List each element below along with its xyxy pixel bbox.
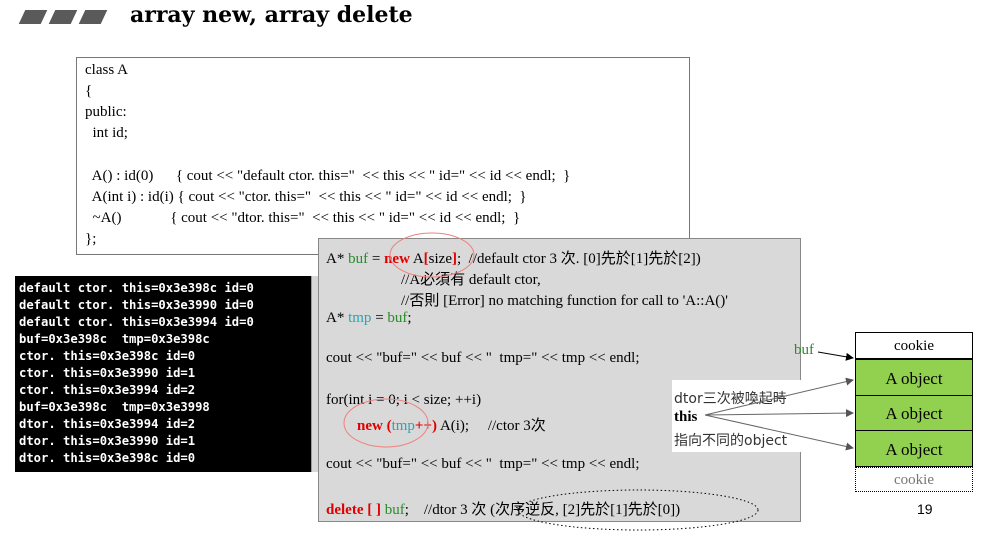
- this-arrow-2: [704, 414, 854, 451]
- buf-arrow: [817, 351, 854, 361]
- new-array-ellipse: [389, 232, 475, 278]
- placement-new-ellipse: [343, 398, 429, 448]
- page-number: 19: [917, 501, 933, 517]
- reverse-order-ellipse: [517, 489, 759, 531]
- this-arrow-0: [704, 377, 854, 416]
- overlay-graphics: [343, 232, 854, 531]
- this-arrow-1: [704, 409, 854, 418]
